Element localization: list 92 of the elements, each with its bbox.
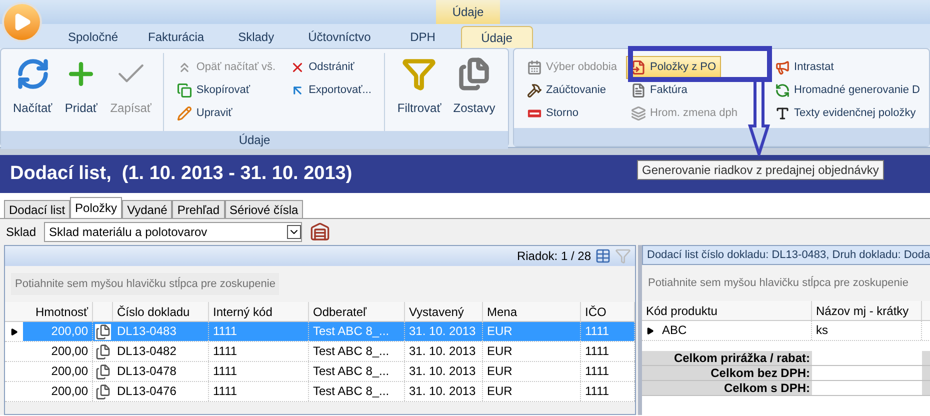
ribbon-tab[interactable]: DPH bbox=[386, 26, 459, 48]
table-cell: 31. 10. 2013 bbox=[405, 342, 483, 361]
table-cell: 200,00 bbox=[23, 342, 93, 361]
ribbon-button[interactable]: Pridať bbox=[60, 53, 102, 131]
document-tab[interactable]: Prehľad bbox=[172, 200, 225, 218]
table-cell: EUR bbox=[483, 382, 581, 401]
warehouse-icon bbox=[310, 222, 330, 242]
column-header[interactable]: Názov mj - krátky bbox=[812, 301, 922, 320]
table-cell: Test ABC 8_... bbox=[309, 342, 405, 361]
ribbon-icon bbox=[631, 83, 646, 98]
ribbon-tab[interactable]: Fakturácia bbox=[134, 26, 218, 48]
table-cell: EUR bbox=[483, 342, 581, 361]
table-cell: 1111 bbox=[581, 362, 635, 381]
ribbon-button[interactable]: Texty evidenčnej položky bbox=[770, 102, 921, 125]
table-cell: 1111 bbox=[581, 382, 635, 401]
ribbon-icon bbox=[177, 106, 192, 121]
table-cell: Test ABC 8_... bbox=[309, 382, 405, 401]
document-tab[interactable]: Vydané bbox=[122, 200, 172, 218]
ribbon-tab[interactable]: Sklady bbox=[220, 26, 292, 48]
ribbon-button[interactable]: Skopírovať bbox=[172, 79, 256, 102]
ribbon-icon bbox=[775, 106, 790, 121]
document-tab[interactable]: Dodací list bbox=[4, 200, 70, 218]
table-cell: DL13-0482 bbox=[113, 342, 209, 361]
detail-header: Dodací list číslo dokladu: DL13-0483, Druh dokladu: Doda bbox=[642, 245, 930, 265]
ribbon-icon bbox=[631, 60, 646, 75]
column-header[interactable]: Vystavený bbox=[405, 302, 483, 321]
ribbon-button[interactable]: Hromadné generovanie D bbox=[770, 79, 925, 102]
row-counter: Riadok: 1 / 28 bbox=[516, 248, 591, 265]
table-cell: EUR bbox=[483, 362, 581, 381]
table-cell: 1111 bbox=[209, 342, 309, 361]
ribbon-icon bbox=[775, 83, 790, 98]
document-tab[interactable]: Sériové čísla bbox=[224, 200, 304, 218]
ribbon-icon bbox=[177, 83, 192, 98]
ribbon-icon bbox=[631, 106, 646, 121]
table-cell: ABC bbox=[658, 321, 812, 340]
column-header[interactable]: IČO bbox=[581, 302, 635, 321]
ribbon-button[interactable]: Upraviť bbox=[172, 102, 238, 125]
table-cell: DL13-0476 bbox=[113, 382, 209, 401]
column-header[interactable]: Hmotnosť bbox=[23, 302, 93, 321]
ribbon-tab[interactable]: Účtovníctvo bbox=[294, 26, 385, 48]
table-cell: 1111 bbox=[209, 362, 309, 381]
ribbon-icon bbox=[775, 60, 790, 75]
ribbon-icon bbox=[527, 83, 542, 98]
column-header[interactable]: Kód produktu bbox=[642, 301, 812, 320]
ribbon-button[interactable]: Odstrániť bbox=[284, 56, 360, 79]
total-label: Celkom s DPH: bbox=[722, 381, 811, 395]
ribbon-icon bbox=[402, 57, 436, 91]
dropdown-caret-icon bbox=[287, 225, 302, 239]
column-header[interactable]: Interný kód bbox=[209, 302, 309, 321]
warehouse-label: Sklad bbox=[6, 224, 36, 241]
group-label: Údaje bbox=[238, 132, 270, 149]
ribbon-icon bbox=[527, 60, 542, 75]
ribbon-icon bbox=[457, 57, 492, 91]
column-header[interactable]: Odberateľ bbox=[309, 302, 405, 321]
warehouse-dropdown[interactable]: Sklad materiálu a polotovarov bbox=[44, 222, 302, 242]
ribbon-button[interactable]: Exportovať... bbox=[284, 79, 376, 102]
columns-icon[interactable] bbox=[595, 248, 611, 264]
table-cell: 200,00 bbox=[23, 362, 93, 381]
table-cell: 1111 bbox=[209, 382, 309, 401]
table-cell: 1111 bbox=[209, 322, 309, 341]
column-header[interactable]: Mena bbox=[483, 302, 581, 321]
ribbon-tab[interactable]: Spoločné bbox=[54, 26, 132, 48]
column-header[interactable]: Číslo dokladu bbox=[113, 302, 209, 321]
total-label: Celkom bez DPH: bbox=[710, 366, 811, 380]
table-cell: 1111 bbox=[581, 342, 635, 361]
table-cell: 31. 10. 2013 bbox=[405, 322, 483, 341]
ribbon-tab[interactable]: Údaje bbox=[460, 26, 533, 48]
table-cell: EUR bbox=[483, 322, 581, 341]
ribbon-button[interactable]: Načítať bbox=[9, 53, 56, 131]
table-cell: Test ABC 8_... bbox=[309, 362, 405, 381]
table-cell: 31. 10. 2013 bbox=[405, 382, 483, 401]
document-title: Dodací list, (1. 10. 2013 - 31. 10. 2013) bbox=[10, 162, 352, 186]
ribbon-button[interactable]: Intrastat bbox=[770, 56, 839, 79]
total-label: Celkom prirážka / rabat: bbox=[672, 351, 811, 365]
ribbon-icon bbox=[16, 57, 50, 91]
table-cell: ks bbox=[812, 321, 922, 340]
table-cell: DL13-0483 bbox=[113, 322, 209, 341]
document-tab[interactable]: Položky bbox=[70, 197, 122, 218]
table-cell: 31. 10. 2013 bbox=[405, 362, 483, 381]
ribbon-button[interactable]: Zaúčtovanie bbox=[522, 79, 611, 102]
ribbon-button[interactable]: Storno bbox=[522, 102, 584, 125]
table-cell: 200,00 bbox=[23, 382, 93, 401]
table-cell: 200,00 bbox=[23, 322, 93, 341]
table-cell: Test ABC 8_... bbox=[309, 322, 405, 341]
table-cell: DL13-0478 bbox=[113, 362, 209, 381]
ribbon-button[interactable]: Faktúra bbox=[626, 79, 692, 102]
ribbon-button[interactable]: Zostavy bbox=[449, 53, 500, 131]
table-cell: 1111 bbox=[581, 322, 635, 341]
ribbon-button[interactable]: Filtrovať bbox=[393, 53, 446, 131]
tooltip: Generovanie riadkov z predajnej objednávky bbox=[637, 160, 884, 180]
group-by-area[interactable]: Potiahnite sem myšou hlavičku stĺpca pre zoskupenie bbox=[11, 272, 280, 296]
context-tab-header: Údaje bbox=[436, 0, 500, 24]
